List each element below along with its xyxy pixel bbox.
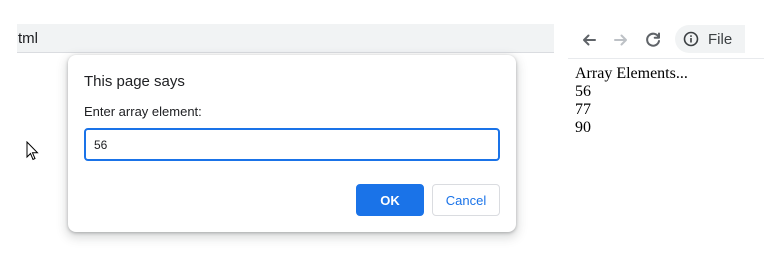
- mouse-pointer-icon: [26, 141, 39, 161]
- array-element-input[interactable]: [84, 128, 500, 161]
- address-bar[interactable]: tml: [17, 24, 554, 53]
- url-text: tml: [18, 30, 38, 47]
- array-element: 90: [575, 119, 591, 136]
- cancel-button[interactable]: Cancel: [432, 184, 500, 216]
- info-icon: [683, 31, 699, 47]
- site-chip-label: File: [708, 31, 733, 48]
- array-element: 56: [575, 83, 591, 100]
- dialog-title: This page says: [84, 73, 185, 90]
- prompt-dialog: This page says Enter array element: OK C…: [68, 55, 516, 232]
- dialog-message: Enter array element:: [84, 104, 202, 119]
- browser-toolbar: File: [568, 24, 764, 59]
- ok-button[interactable]: OK: [356, 184, 424, 216]
- array-element: 77: [575, 101, 591, 118]
- array-heading: Array Elements...: [575, 65, 688, 82]
- page-content: Array Elements... 56 77 90: [575, 65, 688, 137]
- back-arrow-icon[interactable]: [578, 29, 600, 51]
- reload-icon[interactable]: [642, 29, 664, 51]
- forward-arrow-icon[interactable]: [610, 29, 632, 51]
- site-info-chip[interactable]: File: [675, 25, 745, 53]
